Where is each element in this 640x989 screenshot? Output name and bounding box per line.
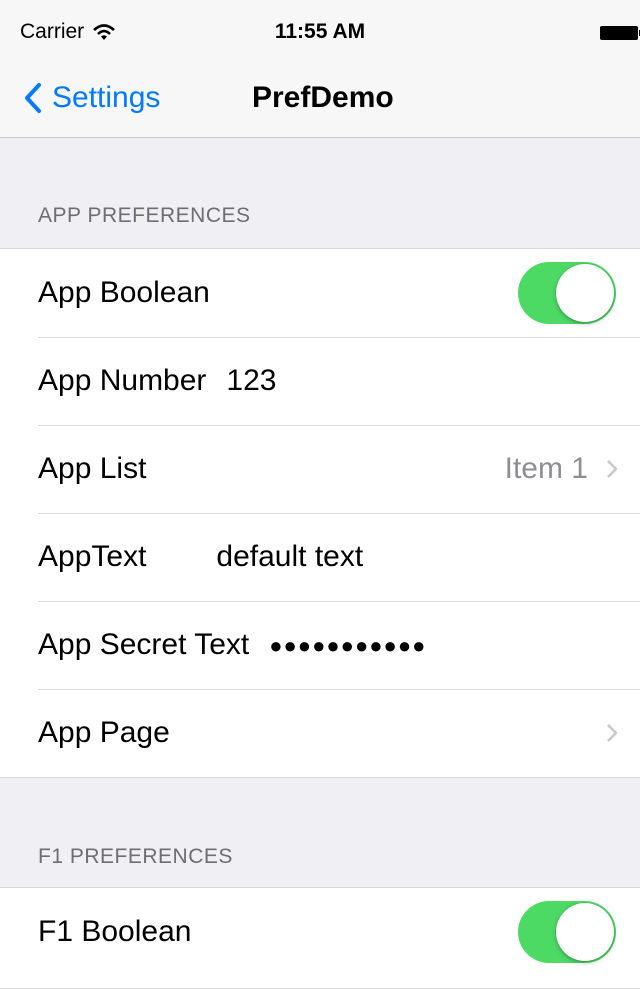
- app-secret-text-field[interactable]: ●●●●●●●●●●●: [269, 633, 426, 659]
- app-boolean-label: App Boolean: [38, 276, 210, 309]
- back-button-label: Settings: [52, 80, 161, 114]
- app-page-detail: [606, 689, 618, 777]
- app-text-field[interactable]: default text: [216, 540, 363, 574]
- back-chevron-icon: [25, 82, 41, 113]
- page-title: PrefDemo: [252, 81, 394, 114]
- app-page-label: App Page: [38, 716, 170, 749]
- app-secret-text-label: App Secret Text: [38, 628, 250, 661]
- row-app-page[interactable]: App Page: [0, 689, 640, 777]
- section-header-f1: F1 PREFERENCES: [38, 845, 233, 868]
- app-number-field[interactable]: 123: [226, 364, 276, 398]
- navigation-bar: Settings PrefDemo: [0, 58, 640, 138]
- status-bar: Carrier 11:55 AM: [0, 0, 640, 58]
- disclosure-chevron-icon: [607, 724, 618, 742]
- row-app-list[interactable]: App List Item 1: [0, 425, 640, 513]
- app-list-label: App List: [38, 452, 147, 485]
- row-f1-boolean: F1 Boolean: [0, 888, 640, 976]
- app-boolean-toggle[interactable]: [518, 262, 616, 324]
- f1-boolean-toggle[interactable]: [518, 901, 616, 963]
- app-preferences-group: App Boolean App Number 123 App List Item…: [0, 248, 640, 778]
- f1-boolean-label: F1 Boolean: [38, 915, 192, 948]
- row-app-boolean: App Boolean: [0, 249, 640, 337]
- row-app-text[interactable]: AppText default text: [0, 513, 640, 601]
- toggle-knob: [556, 903, 614, 961]
- section-header-app: APP PREFERENCES: [38, 204, 251, 227]
- back-button[interactable]: Settings: [24, 58, 160, 137]
- disclosure-chevron-icon: [607, 460, 618, 478]
- row-app-secret-text[interactable]: App Secret Text ●●●●●●●●●●●: [0, 601, 640, 689]
- f1-preferences-group: F1 Boolean: [0, 887, 640, 989]
- battery-icon: [600, 26, 640, 40]
- app-list-value: Item 1: [504, 452, 588, 485]
- toggle-knob: [556, 264, 614, 322]
- status-time: 11:55 AM: [274, 20, 366, 43]
- row-app-number[interactable]: App Number 123: [0, 337, 640, 425]
- app-text-label: AppText: [38, 540, 147, 573]
- app-number-label: App Number: [38, 364, 207, 397]
- app-list-detail: Item 1: [505, 425, 618, 513]
